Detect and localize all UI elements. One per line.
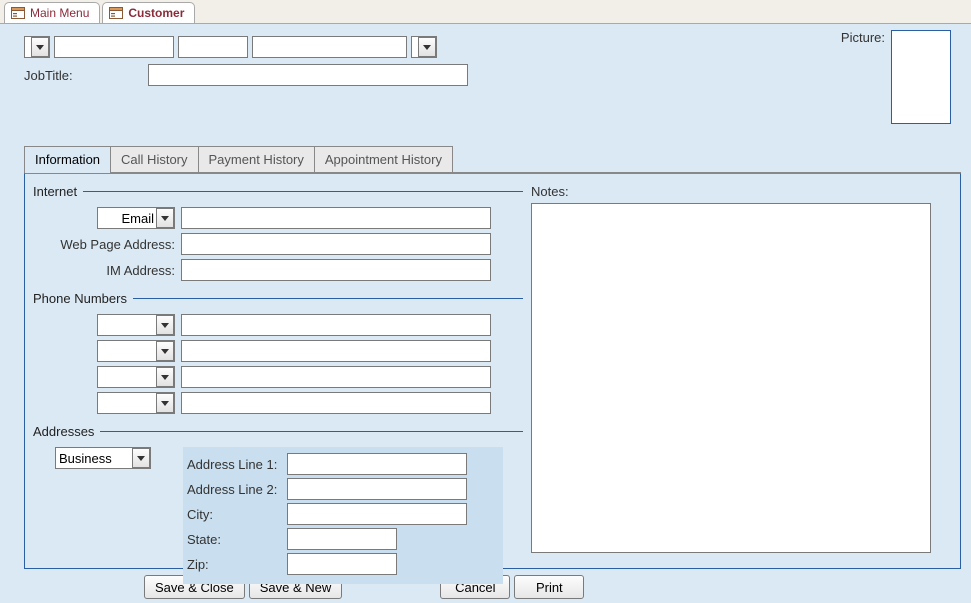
internet-label: Internet xyxy=(33,184,77,199)
phone-type-combo[interactable] xyxy=(97,392,175,414)
doc-tab-label: Customer xyxy=(128,6,184,20)
tab-panel-information: Internet Web Page Address: xyxy=(24,173,961,569)
phone-input[interactable] xyxy=(181,392,491,414)
phone-label: Phone Numbers xyxy=(33,291,127,306)
addr-line1-label: Address Line 1: xyxy=(187,457,287,472)
title-combo[interactable] xyxy=(24,36,50,58)
chevron-down-icon[interactable] xyxy=(156,315,174,335)
chevron-down-icon[interactable] xyxy=(156,393,174,413)
addresses-label: Addresses xyxy=(33,424,94,439)
email-input[interactable] xyxy=(181,207,491,229)
group-phone: Phone Numbers xyxy=(33,291,523,414)
picture-box[interactable] xyxy=(891,30,951,124)
doc-tab-main-menu[interactable]: Main Menu xyxy=(4,2,100,23)
first-name-input[interactable] xyxy=(54,36,174,58)
webpage-input[interactable] xyxy=(181,233,491,255)
im-input[interactable] xyxy=(181,259,491,281)
tab-information[interactable]: Information xyxy=(24,146,111,172)
city-input[interactable] xyxy=(287,503,467,525)
notes-label: Notes: xyxy=(531,184,952,199)
form-icon xyxy=(109,7,123,19)
phone-input[interactable] xyxy=(181,314,491,336)
zip-label: Zip: xyxy=(187,557,287,572)
chevron-down-icon[interactable] xyxy=(156,367,174,387)
tab-call-history[interactable]: Call History xyxy=(110,146,198,172)
phone-input[interactable] xyxy=(181,366,491,388)
divider xyxy=(133,298,523,299)
divider xyxy=(100,431,523,432)
city-label: City: xyxy=(187,507,287,522)
im-label: IM Address: xyxy=(33,263,181,278)
chevron-down-icon[interactable] xyxy=(156,341,174,361)
form-icon xyxy=(11,7,25,19)
group-addresses: Addresses Address Line 1: xyxy=(33,424,523,584)
document-tabs: Main Menu Customer xyxy=(0,0,971,24)
phone-type-combo[interactable] xyxy=(97,314,175,336)
divider xyxy=(83,191,523,192)
address-type-combo[interactable] xyxy=(55,447,151,469)
chevron-down-icon[interactable] xyxy=(132,448,150,468)
phone-type-combo[interactable] xyxy=(97,340,175,362)
addr-line1-input[interactable] xyxy=(287,453,467,475)
addr-line2-input[interactable] xyxy=(287,478,467,500)
group-internet: Internet Web Page Address: xyxy=(33,184,523,281)
addr-line2-label: Address Line 2: xyxy=(187,482,287,497)
zip-input[interactable] xyxy=(287,553,397,575)
jobtitle-label: JobTitle: xyxy=(24,68,142,83)
doc-tab-customer[interactable]: Customer xyxy=(102,2,195,23)
chevron-down-icon[interactable] xyxy=(156,208,174,228)
notes-textarea[interactable] xyxy=(531,203,931,553)
phone-input[interactable] xyxy=(181,340,491,362)
phone-type-combo[interactable] xyxy=(97,366,175,388)
tab-payment-history[interactable]: Payment History xyxy=(198,146,315,172)
webpage-label: Web Page Address: xyxy=(33,237,181,252)
tabstrip: Information Call History Payment History… xyxy=(24,146,961,173)
chevron-down-icon[interactable] xyxy=(31,37,49,57)
chevron-down-icon[interactable] xyxy=(418,37,436,57)
suffix-combo[interactable] xyxy=(411,36,437,58)
picture-label: Picture: xyxy=(841,30,885,45)
name-row xyxy=(24,36,468,58)
doc-tab-label: Main Menu xyxy=(30,6,89,20)
jobtitle-input[interactable] xyxy=(148,64,468,86)
state-label: State: xyxy=(187,532,287,547)
state-input[interactable] xyxy=(287,528,397,550)
address-panel: Address Line 1: Address Line 2: City: xyxy=(183,447,503,584)
email-type-combo[interactable] xyxy=(97,207,175,229)
middle-name-input[interactable] xyxy=(178,36,248,58)
tab-appointment-history[interactable]: Appointment History xyxy=(314,146,453,172)
last-name-input[interactable] xyxy=(252,36,407,58)
print-button[interactable]: Print xyxy=(514,575,584,599)
